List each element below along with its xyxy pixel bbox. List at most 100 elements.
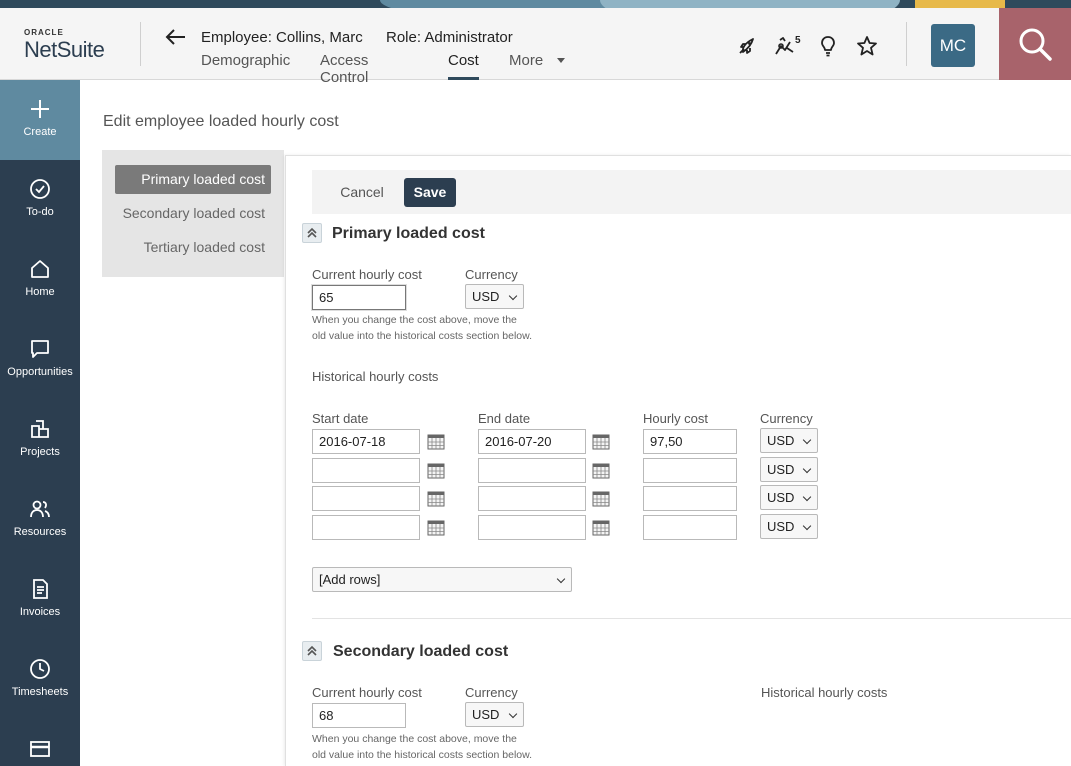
nav-create[interactable]: Create — [0, 80, 80, 160]
user-avatar[interactable]: MC — [931, 24, 975, 67]
start-date-header: Start date — [312, 411, 369, 426]
cost-subnav: Primary loaded cost Secondary loaded cos… — [102, 150, 284, 277]
calendar-icon[interactable] — [427, 491, 445, 507]
hourly-cost-input[interactable] — [643, 515, 737, 540]
calendar-icon[interactable] — [427, 463, 445, 479]
hourly-cost-input[interactable] — [643, 458, 737, 483]
section-divider — [312, 618, 1071, 619]
chevron-down-icon — [802, 435, 812, 445]
nav-create-label: Create — [23, 126, 57, 138]
nav-opportunities-label: Opportunities — [7, 366, 73, 378]
row-currency-select[interactable]: USD — [760, 457, 818, 482]
left-navigation: Create To-do Home Opportunities Projects… — [0, 80, 80, 766]
currency-select-value: USD — [472, 289, 500, 304]
row-currency-value: USD — [767, 433, 795, 448]
tab-demographic[interactable]: Demographic — [201, 52, 290, 80]
subnav-primary[interactable]: Primary loaded cost — [115, 165, 271, 194]
end-date-input[interactable] — [478, 458, 586, 483]
save-button[interactable]: Save — [404, 178, 456, 207]
notifications-icon[interactable] — [773, 34, 797, 58]
primary-section-title: Primary loaded cost — [332, 225, 485, 242]
hourly-cost-input[interactable] — [643, 486, 737, 511]
hourly-cost-header: Hourly cost — [643, 411, 709, 426]
nav-home-label: Home — [25, 286, 55, 298]
end-date-input[interactable] — [478, 429, 586, 454]
secondary-currency-label: Currency — [465, 685, 518, 700]
nav-invoices[interactable]: Invoices — [0, 560, 80, 640]
currency-select[interactable]: USD — [465, 284, 524, 309]
app-header: ORACLE NetSuite Employee: Collins, Marc … — [0, 8, 1071, 86]
collapse-primary-button[interactable] — [302, 223, 322, 243]
nav-home[interactable]: Home — [0, 240, 80, 320]
currency-header: Currency — [760, 411, 813, 426]
help-line-1: When you change the cost above, move the — [312, 314, 517, 326]
nav-invoices-label: Invoices — [19, 606, 61, 618]
secondary-section-title: Secondary loaded cost — [333, 643, 509, 660]
row-currency-select[interactable]: USD — [760, 485, 818, 510]
more-chevron-down-icon[interactable] — [557, 58, 565, 63]
nav-timesheets[interactable]: Timesheets — [0, 640, 80, 720]
current-cost-input[interactable] — [312, 285, 406, 310]
tab-access-control[interactable]: Access Control — [320, 52, 368, 86]
calendar-icon[interactable] — [592, 520, 610, 536]
calendar-icon[interactable] — [427, 434, 445, 450]
plus-icon — [31, 100, 49, 118]
secondary-current-cost-input[interactable] — [312, 703, 406, 728]
row-currency-value: USD — [767, 519, 795, 534]
help-line-2: old value into the historical costs sect… — [312, 330, 533, 342]
nav-resources-label: Resources — [13, 526, 67, 538]
start-date-input[interactable] — [312, 486, 420, 511]
secondary-currency-value: USD — [472, 707, 500, 722]
start-date-input[interactable] — [312, 515, 420, 540]
end-date-input[interactable] — [478, 486, 586, 511]
add-rows-select[interactable]: [Add rows] — [312, 567, 572, 592]
currency-label: Currency — [465, 267, 518, 282]
lightbulb-icon[interactable] — [816, 34, 840, 58]
calendar-icon[interactable] — [592, 491, 610, 507]
projects-icon — [31, 420, 49, 438]
nav-expenses[interactable] — [0, 720, 80, 766]
search-button[interactable] — [999, 8, 1071, 80]
back-arrow-icon[interactable] — [163, 26, 187, 48]
nav-projects[interactable]: Projects — [0, 400, 80, 480]
subnav-tertiary[interactable]: Tertiary loaded cost — [115, 233, 271, 262]
start-date-input[interactable] — [312, 429, 420, 454]
clock-icon — [30, 659, 50, 679]
nav-todo-label: To-do — [26, 206, 54, 218]
calendar-icon[interactable] — [427, 520, 445, 536]
secondary-help-line-2: old value into the historical costs sect… — [312, 749, 533, 761]
add-rows-value: [Add rows] — [319, 572, 381, 587]
invoice-icon — [33, 579, 48, 599]
nav-opportunities[interactable]: Opportunities — [0, 320, 80, 400]
double-chevron-up-icon — [307, 645, 317, 656]
double-chevron-up-icon — [307, 227, 317, 238]
calendar-icon[interactable] — [592, 434, 610, 450]
logo-oracle-text: ORACLE — [24, 28, 64, 37]
start-date-input[interactable] — [312, 458, 420, 483]
nav-todo[interactable]: To-do — [0, 160, 80, 240]
end-date-input[interactable] — [478, 515, 586, 540]
cancel-button[interactable]: Cancel — [330, 178, 394, 207]
help-text: When you change the cost above, move the… — [312, 312, 552, 344]
hourly-cost-input[interactable] — [643, 429, 737, 454]
tab-more[interactable]: More — [509, 52, 543, 80]
rocket-icon[interactable] — [735, 34, 759, 58]
role-name: Role: Administrator — [386, 29, 513, 46]
subnav-secondary[interactable]: Secondary loaded cost — [115, 199, 271, 228]
chevron-down-icon — [508, 291, 518, 301]
chat-bubble-icon — [31, 340, 49, 358]
nav-resources[interactable]: Resources — [0, 480, 80, 560]
row-currency-value: USD — [767, 462, 795, 477]
star-icon[interactable] — [855, 34, 879, 58]
collapse-secondary-button[interactable] — [302, 641, 322, 661]
calendar-icon[interactable] — [592, 463, 610, 479]
notification-count: 5 — [795, 35, 801, 46]
top-decoration — [0, 0, 1071, 8]
logo-netsuite-text: NetSuite — [24, 37, 105, 62]
netsuite-logo[interactable]: ORACLE NetSuite — [24, 28, 124, 64]
row-currency-select[interactable]: USD — [760, 428, 818, 453]
home-icon — [31, 260, 49, 278]
row-currency-select[interactable]: USD — [760, 514, 818, 539]
secondary-currency-select[interactable]: USD — [465, 702, 524, 727]
tab-cost[interactable]: Cost — [448, 52, 479, 80]
